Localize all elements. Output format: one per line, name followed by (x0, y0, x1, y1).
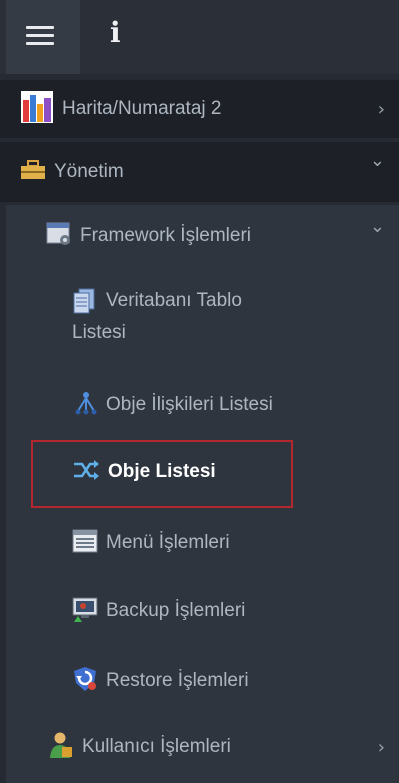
menu-item-menu-islemleri[interactable]: Menü İşlemleri (0, 518, 399, 568)
menu-item-backup-islemleri[interactable]: Backup İşlemleri (0, 586, 399, 636)
hierarchy-icon (74, 391, 98, 420)
menu-item-label-line1: Veritabanı Tablo (106, 290, 242, 311)
menu-item-kullanici-islemleri[interactable]: Kullanıcı İşlemleri › (0, 722, 399, 772)
sidebar-header: i (0, 0, 399, 74)
chevron-right-icon: › (377, 98, 385, 120)
menu-item-obje-iliskileri-listesi[interactable]: Obje İlişkileri Listesi (0, 380, 399, 430)
backup-monitor-icon (72, 596, 98, 627)
menu-item-veritabani-tablo-listesi[interactable]: Veritabanı Tablo Listesi (0, 280, 399, 360)
menu-item-label-line2: Listesi (72, 322, 126, 343)
window-gear-icon (46, 222, 72, 251)
list-window-icon (72, 529, 98, 558)
menu-item-label: Restore İşlemleri (106, 670, 249, 691)
chevron-down-icon: ⌄ (369, 150, 385, 171)
sidebar: i Harita/Numarataj 2 › Yönetim ⌄ Framewo… (0, 0, 399, 783)
menu-item-label: Kullanıcı İşlemleri (82, 736, 231, 757)
menu-item-label: Obje İlişkileri Listesi (106, 394, 273, 415)
bar-chart-icon (20, 90, 54, 129)
shuffle-arrows-icon (72, 459, 100, 485)
menu-item-harita[interactable]: Harita/Numarataj 2 › (0, 80, 399, 138)
menu-item-label: Harita/Numarataj 2 (62, 98, 222, 119)
menu-toggle-button[interactable] (6, 0, 80, 74)
menu-item-obje-listesi[interactable]: Obje Listesi (0, 446, 399, 498)
menu-item-label: Yönetim (54, 161, 124, 182)
hamburger-icon (26, 26, 54, 29)
menu-item-label: Backup İşlemleri (106, 600, 246, 621)
menu-item-label: Obje Listesi (108, 461, 216, 482)
chevron-right-icon: › (377, 736, 385, 758)
menu-item-restore-islemleri[interactable]: Restore İşlemleri (0, 656, 399, 706)
user-icon (48, 731, 74, 764)
toolbox-icon (20, 159, 46, 185)
menu-item-framework[interactable]: Framework İşlemleri ⌄ (0, 210, 399, 262)
menu-item-yonetim[interactable]: Yönetim ⌄ (0, 142, 399, 202)
chevron-down-icon: ⌄ (369, 216, 385, 237)
menu-item-label: Menü İşlemleri (106, 532, 230, 553)
info-icon[interactable]: i (110, 16, 121, 49)
database-table-icon (72, 288, 96, 319)
restore-shield-icon (72, 666, 98, 697)
menu-item-label: Framework İşlemleri (80, 225, 252, 246)
